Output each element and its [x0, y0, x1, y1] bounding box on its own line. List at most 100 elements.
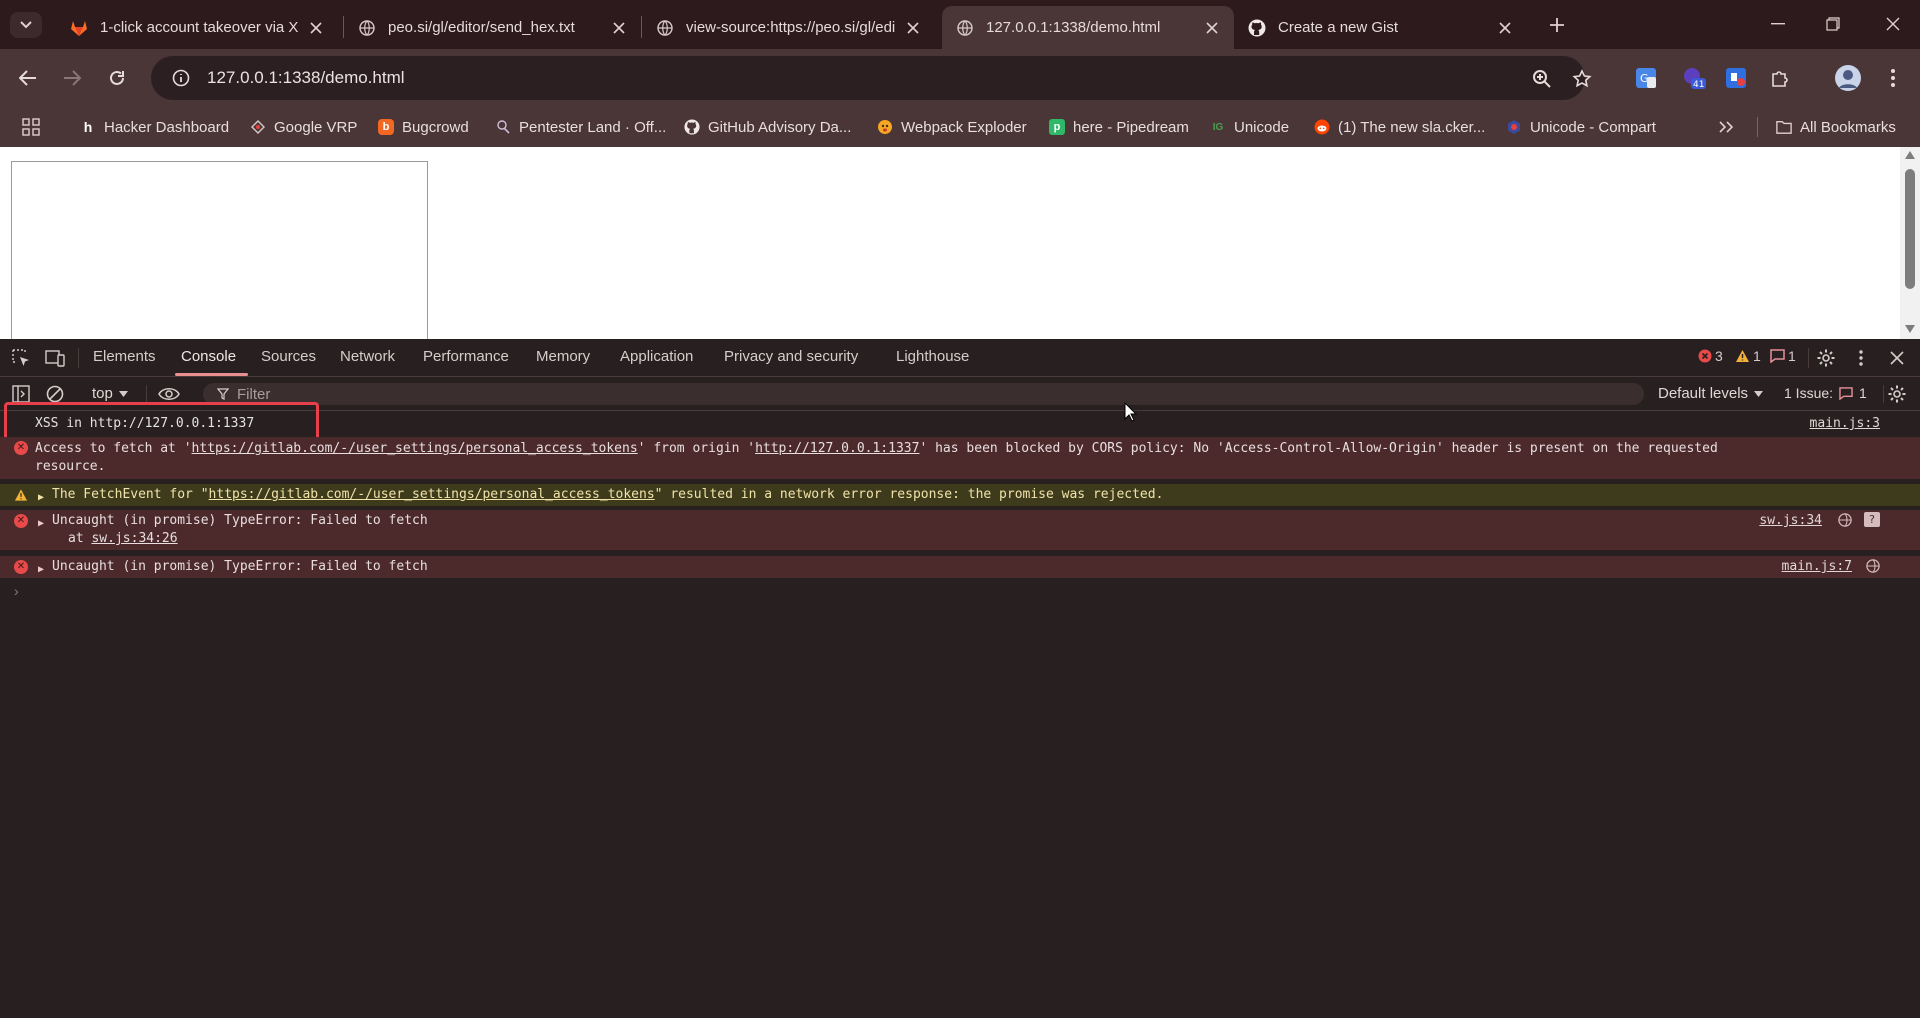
- expand-triangle-icon[interactable]: ▶: [38, 515, 44, 533]
- extension-badge-button[interactable]: 41: [1678, 62, 1710, 94]
- bookmark-github-advisory[interactable]: GitHub Advisory Da...: [684, 115, 851, 139]
- close-window-button[interactable]: [1870, 10, 1916, 38]
- tab-gitlab[interactable]: 1-click account takeover via XSS: [56, 6, 338, 49]
- google-vrp-icon: [250, 119, 266, 135]
- dropdown-arrow-icon: [118, 390, 128, 397]
- bookmark-slackers[interactable]: (1) The new sla.cker...: [1314, 115, 1485, 139]
- devtools-settings-icon[interactable]: [1815, 347, 1837, 369]
- filter-funnel-icon: [217, 388, 229, 400]
- tab-network[interactable]: Network: [340, 348, 395, 365]
- chevron-double-right-icon: [1719, 121, 1733, 133]
- bookmark-google-vrp[interactable]: Google VRP: [250, 115, 357, 139]
- console-settings-icon[interactable]: [1886, 383, 1908, 405]
- bitwarden-extension[interactable]: [1720, 62, 1752, 94]
- chevron-down-icon: [20, 21, 32, 29]
- apps-button[interactable]: [22, 115, 40, 139]
- device-toolbar-icon[interactable]: [44, 347, 66, 369]
- message-icon: [1839, 386, 1853, 400]
- error-counter[interactable]: 3: [1698, 348, 1723, 364]
- tab-memory[interactable]: Memory: [536, 348, 590, 365]
- source-link[interactable]: main.js:7: [1782, 558, 1852, 576]
- tab-privacy-security[interactable]: Privacy and security: [724, 348, 858, 365]
- network-globe-icon[interactable]: [1838, 513, 1852, 533]
- error-icon: ✕: [14, 514, 28, 528]
- console-error-row: ✕ Access to fetch at 'https://gitlab.com…: [0, 437, 1920, 479]
- warning-url-link[interactable]: https://gitlab.com/-/user_settings/perso…: [209, 487, 655, 502]
- profile-avatar[interactable]: [1832, 62, 1864, 94]
- bookmark-star-icon[interactable]: [1570, 67, 1594, 91]
- close-devtools-icon[interactable]: [1886, 347, 1908, 369]
- back-button[interactable]: [12, 62, 44, 94]
- all-bookmarks-button[interactable]: All Bookmarks: [1776, 115, 1896, 139]
- error-text-continued: resource.: [35, 459, 106, 474]
- tab-search-button[interactable]: [10, 12, 42, 38]
- bookmark-unicode[interactable]: IG Unicode: [1210, 115, 1289, 139]
- close-icon[interactable]: [306, 18, 326, 38]
- more-options-icon[interactable]: [1850, 347, 1872, 369]
- console-prompt[interactable]: ›: [14, 583, 19, 599]
- close-icon[interactable]: [609, 18, 629, 38]
- bookmark-webpack-exploder[interactable]: Webpack Exploder: [877, 115, 1027, 139]
- tab-lighthouse[interactable]: Lighthouse: [896, 348, 969, 365]
- close-icon[interactable]: [1495, 18, 1515, 38]
- log-levels-dropdown[interactable]: Default levels: [1658, 385, 1764, 402]
- help-question-icon[interactable]: ?: [1864, 512, 1880, 527]
- tab-performance[interactable]: Performance: [423, 348, 509, 365]
- chrome-menu-button[interactable]: [1877, 62, 1909, 94]
- extensions-button[interactable]: [1764, 62, 1796, 94]
- tab-console[interactable]: Console: [181, 348, 236, 365]
- bookmark-unicode-compart[interactable]: Unicode - Compart: [1506, 115, 1656, 139]
- google-translate-extension[interactable]: G: [1630, 62, 1662, 94]
- active-tab-indicator: [175, 373, 248, 376]
- filter-placeholder: Filter: [237, 385, 271, 403]
- bookmark-hacker-dashboard[interactable]: h Hacker Dashboard: [80, 115, 229, 139]
- globe-icon: [656, 19, 674, 37]
- tab-gist[interactable]: Create a new Gist: [1234, 6, 1527, 49]
- tab-send-hex[interactable]: peo.si/gl/editor/send_hex.txt: [344, 6, 641, 49]
- stack-trace-link[interactable]: sw.js:34:26: [91, 531, 177, 546]
- bookmark-bugcrowd[interactable]: b Bugcrowd: [378, 115, 469, 139]
- source-link[interactable]: main.js:3: [1810, 415, 1880, 433]
- tab-demo-active[interactable]: 127.0.0.1:1338/demo.html: [942, 6, 1234, 49]
- context-selector[interactable]: top: [92, 385, 128, 402]
- bookmarks-overflow-button[interactable]: [1719, 115, 1733, 139]
- expand-triangle-icon[interactable]: ▶: [38, 561, 44, 579]
- bookmark-label: Webpack Exploder: [901, 118, 1027, 136]
- console-filter-input[interactable]: Filter: [203, 383, 1644, 405]
- address-bar[interactable]: 127.0.0.1:1338/demo.html: [151, 56, 1585, 100]
- inspect-element-icon[interactable]: [10, 347, 32, 369]
- close-icon[interactable]: [1202, 18, 1222, 38]
- error-url-link[interactable]: https://gitlab.com/-/user_settings/perso…: [192, 441, 638, 456]
- site-info-icon[interactable]: [159, 56, 203, 100]
- warning-icon: [14, 488, 28, 502]
- tab-elements[interactable]: Elements: [93, 348, 156, 365]
- tab-application[interactable]: Application: [620, 348, 693, 365]
- scroll-up-arrow-icon[interactable]: [1905, 151, 1915, 159]
- scrollbar-thumb[interactable]: [1905, 169, 1915, 289]
- bookmark-pipedream[interactable]: p here - Pipedream: [1049, 115, 1189, 139]
- issues-count: 1: [1859, 385, 1867, 401]
- reload-button[interactable]: [101, 62, 133, 94]
- new-tab-button[interactable]: [1543, 12, 1571, 38]
- restore-button[interactable]: [1810, 10, 1856, 38]
- tab-sources[interactable]: Sources: [261, 348, 316, 365]
- forward-button[interactable]: [56, 62, 88, 94]
- origin-link[interactable]: http://127.0.0.1:1337: [755, 441, 919, 456]
- info-counter[interactable]: 1: [1770, 348, 1796, 364]
- zoom-icon[interactable]: [1530, 67, 1554, 91]
- source-link[interactable]: sw.js:34: [1759, 512, 1822, 530]
- plus-icon: [1550, 18, 1564, 32]
- network-globe-icon[interactable]: [1866, 559, 1880, 579]
- levels-value: Default levels: [1658, 385, 1749, 402]
- page-scrollbar[interactable]: [1900, 147, 1920, 339]
- warning-counter[interactable]: 1: [1735, 348, 1761, 364]
- url-text[interactable]: 127.0.0.1:1338/demo.html: [207, 68, 405, 88]
- expand-triangle-icon[interactable]: ▶: [38, 489, 44, 507]
- scroll-down-arrow-icon[interactable]: [1905, 325, 1915, 333]
- close-icon[interactable]: [903, 18, 923, 38]
- minimize-button[interactable]: [1755, 10, 1801, 38]
- issues-button[interactable]: 1 Issue: 1: [1784, 385, 1867, 401]
- bookmark-pentester-land[interactable]: Pentester Land · Off...: [495, 115, 666, 139]
- embedded-iframe[interactable]: [11, 161, 428, 339]
- tab-view-source[interactable]: view-source:https://peo.si/gl/editor: [642, 6, 935, 49]
